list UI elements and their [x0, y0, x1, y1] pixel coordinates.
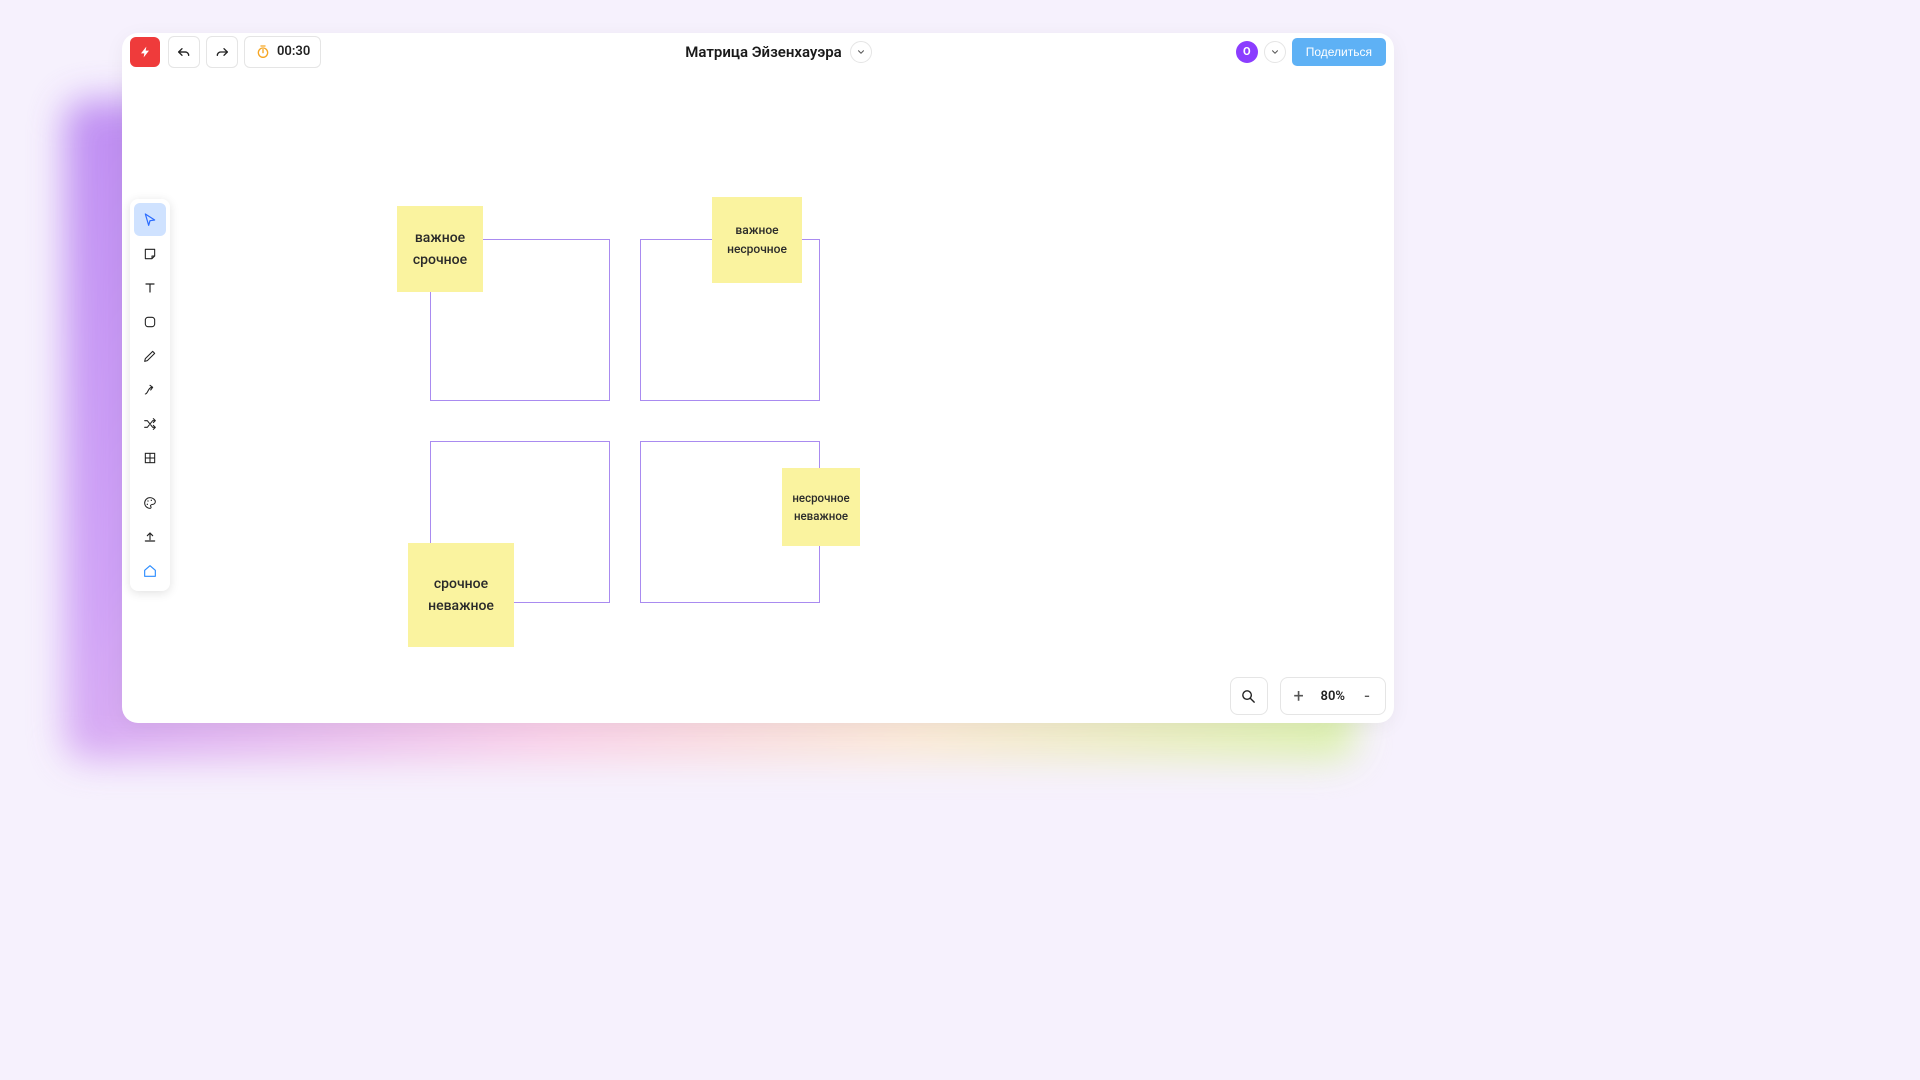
zoom-bar: + 80% -: [1280, 677, 1386, 715]
canvas[interactable]: важное срочное важное несрочное срочное …: [122, 71, 1394, 723]
stopwatch-icon: [255, 44, 271, 60]
chevron-down-icon: [856, 47, 866, 57]
sticky-line: неважное: [794, 507, 848, 525]
redo-icon: [214, 44, 230, 60]
sticky-line: важное: [735, 221, 778, 240]
redo-button[interactable]: [206, 36, 238, 68]
title-dropdown-button[interactable]: [850, 41, 872, 63]
search-icon: [1240, 688, 1257, 705]
logo-icon: [137, 44, 153, 60]
share-button[interactable]: Поделиться: [1292, 38, 1386, 66]
user-avatar[interactable]: О: [1236, 41, 1258, 63]
sticky-line: важное: [415, 227, 465, 249]
sticky-line: несрочное: [727, 240, 787, 259]
document-title[interactable]: Матрица Эйзенхауэра: [685, 43, 841, 61]
timer-button[interactable]: 00:30: [244, 36, 321, 68]
sticky-line: срочное: [413, 249, 467, 271]
search-button[interactable]: [1230, 677, 1268, 715]
undo-icon: [176, 44, 192, 60]
app-logo-button[interactable]: [130, 37, 160, 67]
zoom-out-button[interactable]: -: [1353, 682, 1381, 710]
zoom-in-button[interactable]: +: [1285, 682, 1313, 710]
avatar-initial: О: [1243, 45, 1251, 58]
sticky-note-urgent-not-important[interactable]: срочное неважное: [408, 543, 514, 647]
app-window: 00:30 Матрица Эйзенхауэра О Поделиться: [122, 33, 1394, 723]
chevron-down-icon: [1270, 47, 1280, 57]
user-menu-button[interactable]: [1264, 41, 1286, 63]
sticky-note-important-not-urgent[interactable]: важное несрочное: [712, 197, 802, 283]
sticky-line: несрочное: [792, 489, 849, 507]
top-bar: 00:30 Матрица Эйзенхауэра О Поделиться: [122, 33, 1394, 71]
title-area: Матрица Эйзенхауэра: [321, 41, 1235, 63]
zoom-controls: + 80% -: [1230, 677, 1386, 715]
sticky-line: неважное: [428, 595, 494, 617]
sticky-note-important-urgent[interactable]: важное срочное: [397, 206, 483, 292]
undo-button[interactable]: [168, 36, 200, 68]
sticky-note-not-urgent-not-important[interactable]: несрочное неважное: [782, 468, 860, 546]
timer-value: 00:30: [277, 44, 310, 59]
zoom-level[interactable]: 80%: [1313, 689, 1353, 704]
sticky-line: срочное: [434, 573, 488, 595]
